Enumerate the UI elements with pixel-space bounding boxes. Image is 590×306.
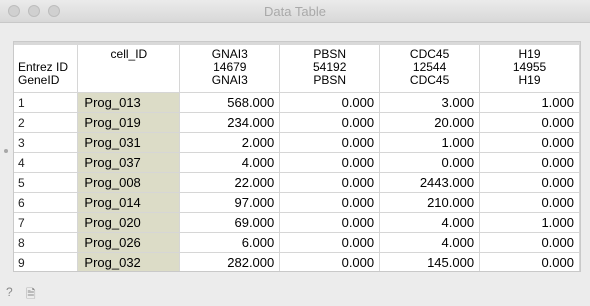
- cell-id-value[interactable]: Prog_037: [77, 152, 181, 173]
- data-table: Entrez ID GeneID cell_ID GNAI3 14679 GNA…: [14, 45, 580, 271]
- table-row[interactable]: 9 Prog_032 282.000 0.000 145.000 0.000: [14, 252, 580, 271]
- column-header-gene: H19: [518, 73, 541, 87]
- table-cell[interactable]: 0.000: [279, 152, 381, 173]
- table-cell[interactable]: 0.000: [279, 112, 381, 133]
- help-icon[interactable]: ?: [6, 285, 13, 299]
- table-cell[interactable]: 0.000: [479, 192, 580, 213]
- row-index[interactable]: 2: [14, 112, 79, 133]
- table-row[interactable]: 1 Prog_013 568.000 0.000 3.000 1.000: [14, 92, 580, 113]
- table-cell[interactable]: 2443.000: [379, 172, 481, 193]
- column-header-h19[interactable]: H19 14955 H19: [479, 45, 580, 93]
- cell-id-value[interactable]: Prog_026: [77, 232, 181, 253]
- column-header-cdc45[interactable]: CDC45 12544 CDC45: [379, 45, 481, 93]
- row-index[interactable]: 9: [14, 252, 79, 271]
- row-index[interactable]: 1: [14, 92, 79, 113]
- table-row[interactable]: 5 Prog_008 22.000 0.000 2443.000 0.000: [14, 172, 580, 193]
- cell-id-value[interactable]: Prog_031: [77, 132, 181, 153]
- table-row[interactable]: 8 Prog_026 6.000 0.000 4.000 0.000: [14, 232, 580, 253]
- table-cell[interactable]: 2.000: [179, 132, 281, 153]
- table-cell[interactable]: 0.000: [279, 232, 381, 253]
- table-cell[interactable]: 0.000: [479, 132, 580, 153]
- gene-id-label: GeneID: [18, 73, 60, 87]
- cell-id-value[interactable]: Prog_014: [77, 192, 181, 213]
- table-cell[interactable]: 210.000: [379, 192, 481, 213]
- cell-id-value[interactable]: Prog_032: [77, 252, 181, 271]
- column-header-cell-id[interactable]: cell_ID: [77, 45, 181, 93]
- entrez-id-label: Entrez ID: [18, 60, 69, 74]
- table-cell[interactable]: 4.000: [179, 152, 281, 173]
- table-cell[interactable]: 0.000: [479, 152, 580, 173]
- table-cell[interactable]: 22.000: [179, 172, 281, 193]
- title-bar: Data Table: [0, 0, 590, 23]
- table-cell[interactable]: 234.000: [179, 112, 281, 133]
- column-header-gnai3[interactable]: GNAI3 14679 GNAI3: [179, 45, 281, 93]
- status-bar: ? 🗎: [0, 282, 590, 302]
- row-index[interactable]: 8: [14, 232, 79, 253]
- table-cell[interactable]: 4.000: [379, 232, 481, 253]
- cell-id-value[interactable]: Prog_020: [77, 212, 181, 233]
- table-cell[interactable]: 0.000: [279, 252, 381, 271]
- table-cell[interactable]: 1.000: [479, 92, 580, 113]
- row-header-labels: Entrez ID GeneID: [14, 45, 79, 93]
- table-cell[interactable]: 6.000: [179, 232, 281, 253]
- table-cell[interactable]: 1.000: [479, 212, 580, 233]
- column-header-gene: CDC45: [409, 73, 450, 87]
- column-header-label: cell_ID: [110, 47, 148, 61]
- table-header-row: Entrez ID GeneID cell_ID GNAI3 14679 GNA…: [14, 45, 580, 93]
- table-cell[interactable]: 0.000: [379, 152, 481, 173]
- table-cell[interactable]: 4.000: [379, 212, 481, 233]
- table-cell[interactable]: 282.000: [179, 252, 281, 271]
- row-index[interactable]: 6: [14, 192, 79, 213]
- splitter-handle[interactable]: [4, 149, 8, 153]
- cell-id-value[interactable]: Prog_019: [77, 112, 181, 133]
- table-cell[interactable]: 3.000: [379, 92, 481, 113]
- row-index[interactable]: 7: [14, 212, 79, 233]
- row-index[interactable]: 3: [14, 132, 79, 153]
- window-title: Data Table: [264, 4, 326, 19]
- cell-id-value[interactable]: Prog_008: [77, 172, 181, 193]
- table-cell[interactable]: 0.000: [279, 132, 381, 153]
- table-cell[interactable]: 20.000: [379, 112, 481, 133]
- table-cell[interactable]: 145.000: [379, 252, 481, 271]
- table-row[interactable]: 4 Prog_037 4.000 0.000 0.000 0.000: [14, 152, 580, 173]
- table-cell[interactable]: 0.000: [479, 252, 580, 271]
- table-row[interactable]: 3 Prog_031 2.000 0.000 1.000 0.000: [14, 132, 580, 153]
- row-index[interactable]: 4: [14, 152, 79, 173]
- report-icon[interactable]: 🗎: [26, 285, 36, 306]
- data-table-panel: Entrez ID GeneID cell_ID GNAI3 14679 GNA…: [13, 41, 581, 272]
- table-row[interactable]: 7 Prog_020 69.000 0.000 4.000 1.000: [14, 212, 580, 233]
- row-index[interactable]: 5: [14, 172, 79, 193]
- column-header-pbsn[interactable]: PBSN 54192 PBSN: [279, 45, 381, 93]
- table-row[interactable]: 6 Prog_014 97.000 0.000 210.000 0.000: [14, 192, 580, 213]
- table-cell[interactable]: 0.000: [279, 212, 381, 233]
- column-header-gene: PBSN: [313, 73, 347, 87]
- cell-id-value[interactable]: Prog_013: [77, 92, 181, 113]
- table-cell[interactable]: 69.000: [179, 212, 281, 233]
- column-header-gene: GNAI3: [211, 73, 248, 87]
- table-cell[interactable]: 1.000: [379, 132, 481, 153]
- table-cell[interactable]: 568.000: [179, 92, 281, 113]
- table-cell[interactable]: 0.000: [279, 92, 381, 113]
- table-cell[interactable]: 0.000: [479, 232, 580, 253]
- table-cell[interactable]: 0.000: [279, 172, 381, 193]
- table-row[interactable]: 2 Prog_019 234.000 0.000 20.000 0.000: [14, 112, 580, 133]
- table-cell[interactable]: 0.000: [479, 172, 580, 193]
- table-cell[interactable]: 0.000: [479, 112, 580, 133]
- table-cell[interactable]: 97.000: [179, 192, 281, 213]
- table-cell[interactable]: 0.000: [279, 192, 381, 213]
